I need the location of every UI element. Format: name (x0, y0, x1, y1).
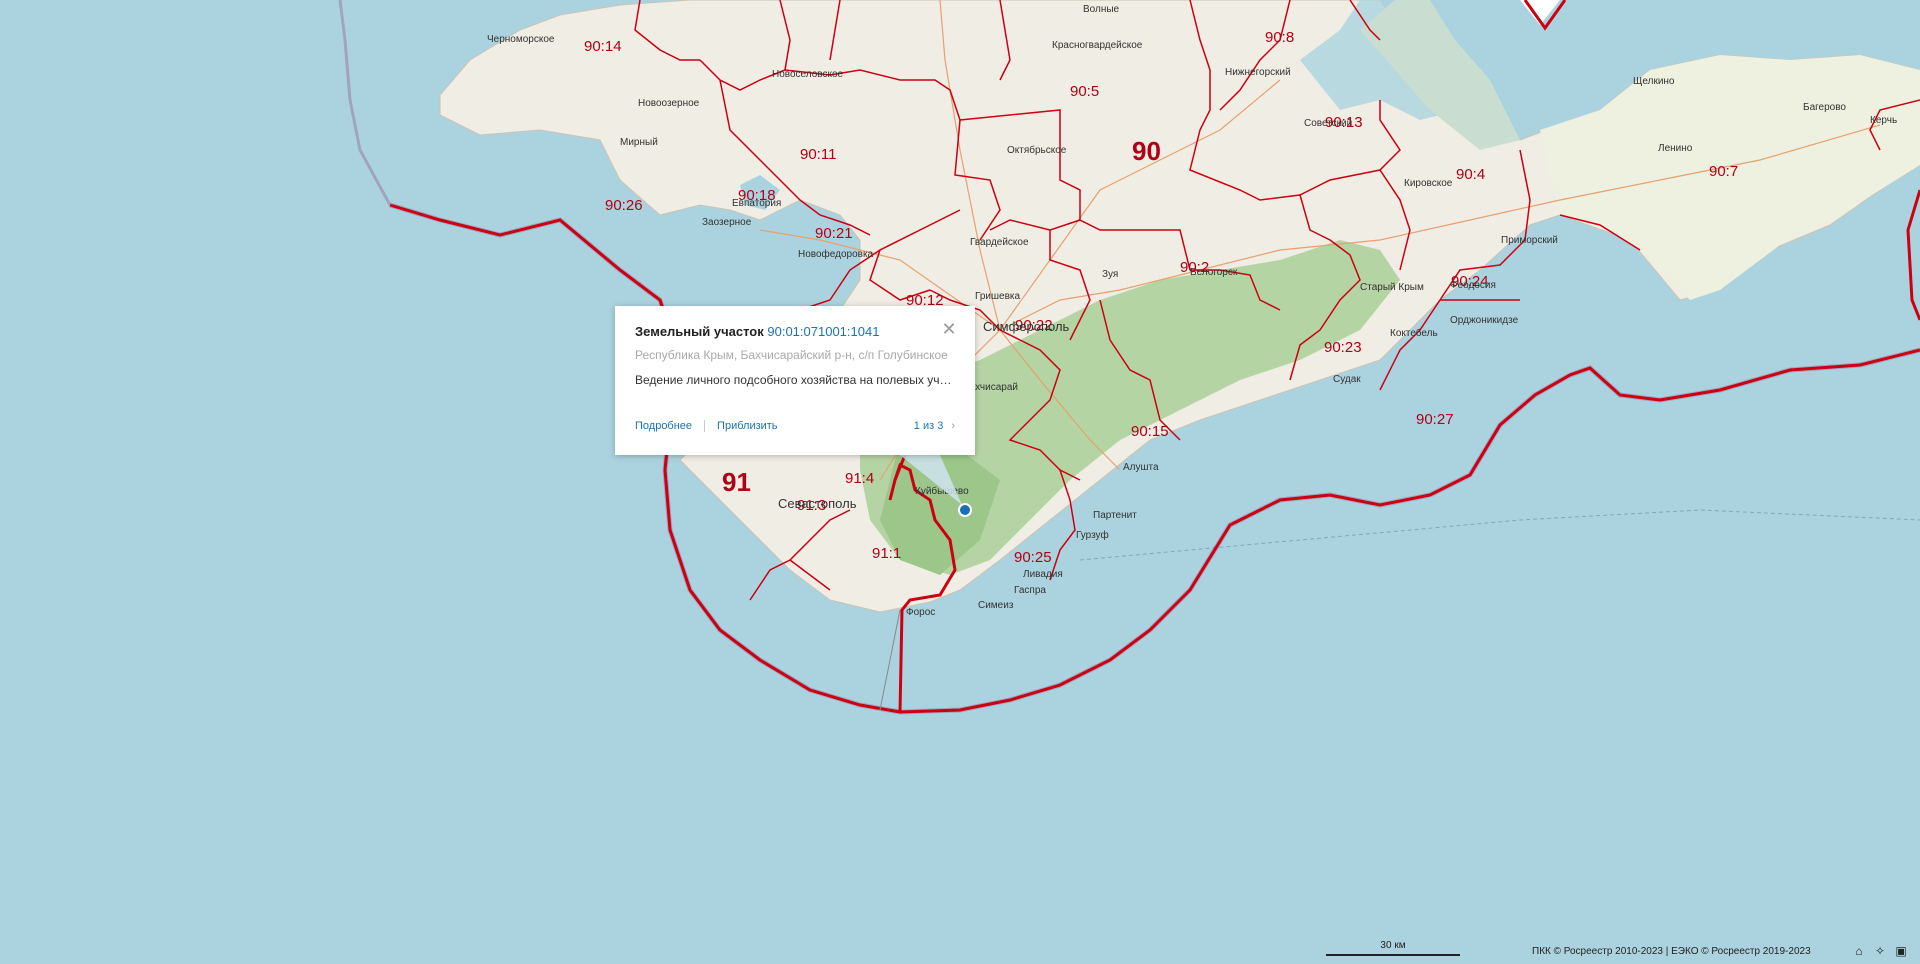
zoom-in-link[interactable]: Приблизить (717, 420, 778, 432)
scale-label: 30 км (1380, 940, 1406, 951)
town-label: Симеиз (978, 600, 1014, 611)
region-label: 90:27 (1416, 411, 1454, 428)
scale-bar: 30 км (1326, 940, 1460, 956)
region-label: 90:26 (605, 197, 643, 214)
chevron-right-icon[interactable]: › (951, 420, 955, 432)
selected-parcel-marker[interactable] (958, 503, 972, 517)
town-label: Заозерное (702, 217, 752, 228)
town-label: Новофедоровка (798, 248, 874, 260)
region-label: 90:11 (800, 146, 836, 163)
town-label: Евпатория (732, 198, 781, 209)
town-label: Нижнегорский (1225, 67, 1291, 78)
town-label: Партенит (1093, 510, 1137, 521)
town-label: Белогорск (1190, 267, 1238, 278)
town-label: Советский (1304, 118, 1352, 129)
town-label: Судак (1333, 374, 1361, 385)
home-icon[interactable]: ⌂ (1852, 944, 1866, 958)
pager-text: 1 из 3 (913, 420, 944, 432)
town-label: Форос (906, 607, 935, 618)
town-label: Старый Крым (1360, 282, 1424, 293)
popup-actions: Подробнее Приблизить 1 из 3 › (635, 420, 955, 434)
town-label: Новоселовское (772, 69, 844, 80)
town-label: Гурзуф (1076, 529, 1109, 541)
town-label: Багерово (1803, 102, 1846, 113)
town-label: Щелкино (1633, 76, 1675, 87)
parcel-type-label: Земельный участок (635, 324, 764, 339)
details-link[interactable]: Подробнее (635, 420, 692, 432)
town-label: Черноморское (487, 34, 555, 45)
region-label: 90:8 (1265, 29, 1294, 46)
town-label: Новоозерное (638, 98, 700, 109)
town-label: Керчь (1870, 115, 1897, 126)
region-label: 90:7 (1709, 163, 1738, 180)
town-label: Алушта (1123, 462, 1159, 473)
popup-title: Земельный участок 90:01:071001:1041 (635, 324, 955, 339)
cadastral-number-link[interactable]: 90:01:071001:1041 (767, 324, 879, 339)
parcel-info-popup: Земельный участок 90:01:071001:1041 ✕ Ре… (615, 306, 975, 455)
town-label: Севастополь (778, 496, 857, 511)
result-pager[interactable]: 1 из 3 › (914, 420, 955, 432)
scale-line (1326, 954, 1460, 956)
town-label: Октябрьское (1007, 144, 1067, 156)
region-label: 90:23 (1324, 339, 1362, 356)
town-label: Приморский (1501, 235, 1558, 246)
town-label: Красногвардейское (1052, 40, 1143, 51)
region-label: 90:25 (1014, 549, 1052, 566)
locate-icon[interactable]: ✧ (1873, 944, 1887, 958)
parcel-purpose: Ведение личного подсобного хозяйства на … (635, 373, 955, 387)
cadastral-map[interactable]: 90:14 90:8 90:5 90:13 90:11 90 90:4 90:7… (0, 0, 1920, 964)
region-label: 91 (722, 467, 751, 497)
region-label: 90:5 (1070, 83, 1099, 100)
town-label: Гришевка (975, 291, 1020, 302)
region-label: 90:4 (1456, 166, 1485, 183)
action-divider (704, 420, 706, 433)
region-label: 90 (1132, 136, 1161, 166)
town-label: Орджоникидзе (1450, 315, 1519, 326)
town-label: Ливадия (1023, 569, 1063, 580)
town-label: Ленино (1658, 143, 1693, 154)
region-label: 91:1 (872, 545, 901, 562)
map-footer: 30 км ПКК © Росреестр 2010-2023 | ЕЭКО ©… (0, 934, 1920, 964)
town-label: Кировское (1404, 178, 1453, 189)
town-label: Мирный (620, 137, 658, 148)
region-label: 90:15 (1131, 423, 1169, 440)
town-label: Феодосия (1450, 280, 1496, 291)
region-label: 90:14 (584, 38, 622, 55)
town-label: Гвардейское (970, 237, 1029, 248)
layers-icon[interactable]: ▣ (1894, 944, 1908, 958)
attribution: ПКК © Росреестр 2010-2023 | ЕЭКО © Росре… (1532, 946, 1811, 957)
town-label: Волные (1083, 4, 1120, 15)
town-label: Коктебель (1390, 327, 1438, 339)
town-label: Гаспра (1014, 585, 1046, 596)
region-label: 90:21 (815, 225, 853, 242)
close-icon[interactable]: ✕ (941, 320, 957, 338)
region-label: 91:4 (845, 470, 874, 487)
parcel-address: Республика Крым, Бахчисарайский р-н, с/п… (635, 348, 948, 362)
town-label: Зуя (1102, 269, 1118, 280)
town-label: Симферополь (983, 319, 1070, 334)
